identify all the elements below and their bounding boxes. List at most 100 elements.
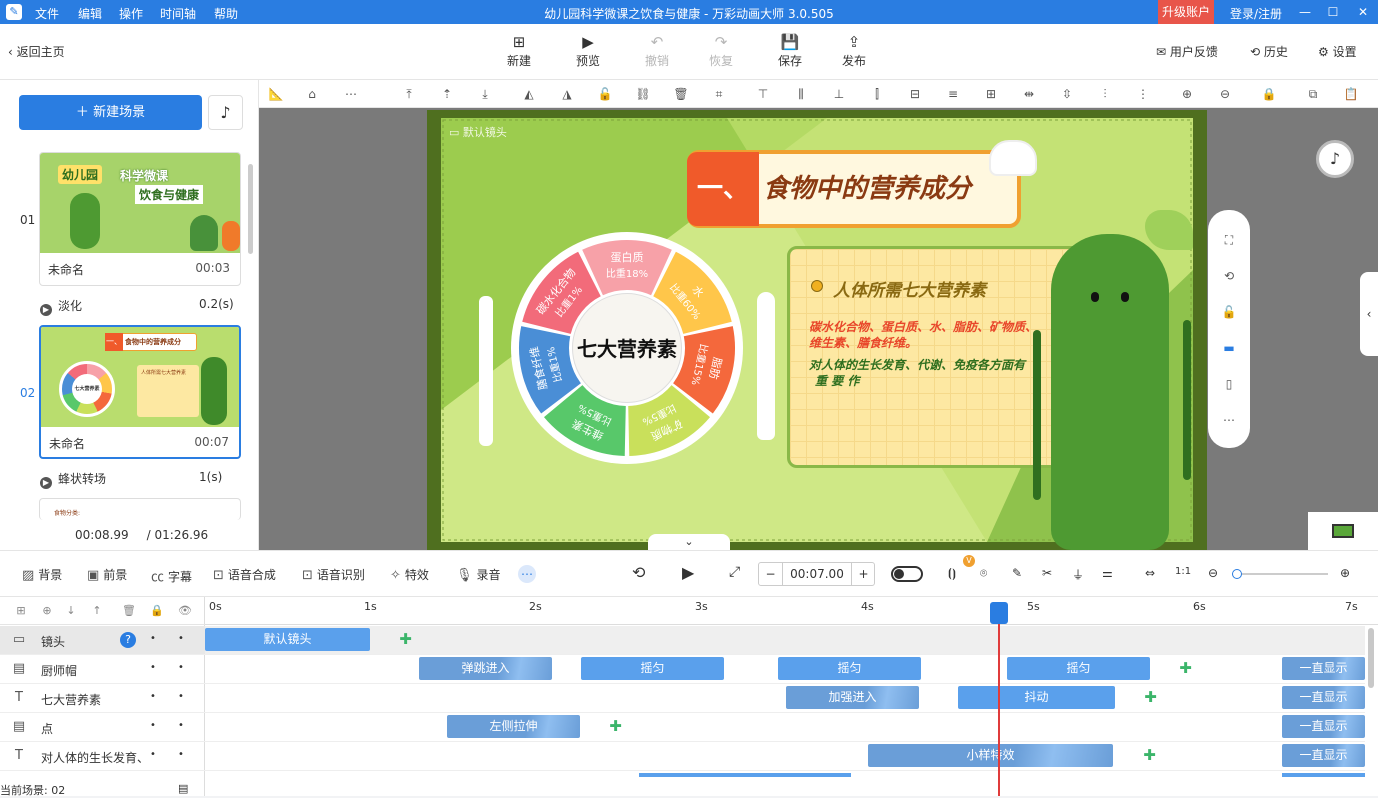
publish-button[interactable]: ⇪ 发布 <box>829 32 879 69</box>
space-horizontal-icon[interactable]: ⇹ <box>1020 85 1038 103</box>
visibility-dot[interactable]: • <box>150 749 156 760</box>
track-body-growth[interactable]: T 对人体的生长发育、 • • <box>0 742 205 771</box>
fit-icon[interactable]: ⦗⦘ <box>948 566 956 581</box>
login-link[interactable]: 登录/注册 <box>1230 5 1282 22</box>
timeline-clip[interactable]: 摇匀 <box>778 657 921 680</box>
fit-screen-icon[interactable]: ⛶ <box>1221 232 1237 248</box>
visibility-dot[interactable]: • <box>150 633 156 644</box>
timeline-clip[interactable]: 摇匀 <box>1007 657 1150 680</box>
lock-dot[interactable]: • <box>178 720 184 731</box>
align-bottom-icon[interactable]: ⊥ <box>830 85 848 103</box>
toggle-switch[interactable] <box>891 566 923 582</box>
camera-icon[interactable]: ⌾ <box>980 566 987 581</box>
music-icon[interactable]: ♪ <box>1316 140 1354 178</box>
plus-icon[interactable]: + <box>851 563 875 585</box>
lock-dot[interactable]: • <box>178 633 184 644</box>
timecode-value[interactable]: 00:07.00 <box>783 563 851 585</box>
edit-icon[interactable]: ✎ <box>1012 566 1022 580</box>
timeline-clip[interactable]: 左侧拉伸 <box>447 715 580 738</box>
new-scene-button[interactable]: ＋ 新建场景 <box>19 95 202 130</box>
scene-card-01[interactable]: 幼儿园 科学微课 饮食与健康 未命名 00:03 <box>39 152 241 286</box>
time-ruler[interactable]: 0s 1s 2s 3s 4s 5s 6s 7s <box>205 597 1378 625</box>
unlock-icon[interactable]: 🔒 <box>1260 85 1278 103</box>
minimize-icon[interactable]: — <box>1296 3 1314 21</box>
distribute-icon[interactable]: ⫿ <box>868 85 886 103</box>
card-title[interactable]: 人体所需七大营养素 <box>833 276 986 301</box>
replay-icon[interactable]: ⟲ <box>632 563 645 582</box>
more-icon[interactable]: ⋯ <box>518 565 536 583</box>
lock-dot[interactable]: • <box>178 749 184 760</box>
preview-button[interactable]: ▶ 预览 <box>563 32 613 69</box>
scene-scrollbar[interactable] <box>248 164 253 254</box>
redo-button[interactable]: ↷ 恢复 <box>696 32 746 69</box>
cucumber-character[interactable] <box>1051 234 1169 550</box>
space-vertical-icon[interactable]: ⇳ <box>1058 85 1076 103</box>
home-icon[interactable]: ⌂ <box>303 85 321 103</box>
track-dot[interactable]: ▤ 点 • • <box>0 713 205 742</box>
timeline-clip[interactable]: 一直显示 <box>1282 657 1365 680</box>
chevron-down-icon[interactable]: ⌄ <box>648 534 730 550</box>
distribute-h-icon[interactable]: ⋮ <box>1134 85 1152 103</box>
bullet-point[interactable] <box>811 280 823 292</box>
foreground-button[interactable]: ▣ 前景 <box>87 566 127 583</box>
upgrade-button[interactable]: 升级账户 <box>1158 0 1214 24</box>
visibility-dot[interactable]: • <box>150 691 156 702</box>
timeline-clip[interactable]: 一直显示 <box>1282 744 1365 767</box>
zoom-in-icon[interactable]: ⊕ <box>1178 85 1196 103</box>
add-keyframe-icon[interactable]: ✚ <box>608 719 623 734</box>
align-left-icon[interactable]: ⊟ <box>906 85 924 103</box>
more-icon[interactable]: ⋯ <box>1221 412 1237 428</box>
minimap[interactable] <box>1308 512 1378 550</box>
fork-image[interactable] <box>479 296 493 446</box>
rotate-icon[interactable]: ⟲ <box>1221 268 1237 284</box>
card-line-3[interactable]: 对人体的生长发育、代谢、免疫各方面有 <box>809 356 1025 373</box>
timeline-clip-partial[interactable] <box>639 773 851 777</box>
close-icon[interactable]: ✕ <box>1354 3 1372 21</box>
visibility-dot[interactable]: • <box>150 720 156 731</box>
bring-front-icon[interactable]: ⤒ <box>400 85 418 103</box>
scene-transition[interactable]: ▶ 蜂状转场 <box>40 470 106 489</box>
chef-hat-image[interactable] <box>989 140 1037 176</box>
subtitle-button[interactable]: ㏄字幕 <box>151 566 192 585</box>
save-button[interactable]: 💾 保存 <box>765 32 815 69</box>
lock-icon[interactable]: 🔒 <box>150 604 164 617</box>
heading-prefix[interactable]: 一、 <box>687 152 759 226</box>
ratio-icon[interactable]: 1:1 <box>1175 566 1191 577</box>
settings-sliders-icon[interactable]: ⚌ <box>1102 566 1113 580</box>
tts-button[interactable]: ⊡ 语音合成 <box>213 566 276 583</box>
knife-image[interactable] <box>757 292 775 440</box>
lock-icon[interactable]: 🔓 <box>596 85 614 103</box>
flip-vertical-icon[interactable]: ◮ <box>558 85 576 103</box>
more-icon[interactable]: ⋯ <box>342 85 360 103</box>
copy-icon[interactable]: ⧉ <box>1304 85 1322 103</box>
eye-icon[interactable]: 👁 <box>178 604 192 617</box>
expand-icon[interactable]: ⇔ <box>1145 566 1155 580</box>
zoom-out-icon[interactable]: ⊖ <box>1208 566 1218 580</box>
delete-icon[interactable]: 🗑 <box>672 85 690 103</box>
align-middle-icon[interactable]: ⫼ <box>792 85 810 103</box>
help-icon[interactable]: ? <box>120 632 136 648</box>
effects-button[interactable]: ✧ 特效 <box>390 566 429 583</box>
paste-icon[interactable]: 📋 <box>1342 85 1360 103</box>
distribute-v-icon[interactable]: ⫶ <box>1096 85 1114 103</box>
timeline-clip[interactable]: 小样特效 <box>868 744 1113 767</box>
move-down-icon[interactable]: ↓ <box>64 604 78 617</box>
heading-title[interactable]: 食物中的营养成分 <box>763 168 971 205</box>
filter-icon[interactable]: ⏚ <box>1072 566 1084 583</box>
new-button[interactable]: ⊞ 新建 <box>494 32 544 69</box>
timecode-input[interactable]: − 00:07.00 + <box>758 562 875 586</box>
lock-dot[interactable]: • <box>178 691 184 702</box>
send-back-icon[interactable]: ⤓ <box>476 85 494 103</box>
maximize-icon[interactable]: ☐ <box>1324 3 1342 21</box>
zoom-slider-knob[interactable] <box>1232 569 1242 579</box>
fullscreen-icon[interactable]: ⤢ <box>729 564 740 580</box>
delete-icon[interactable]: 🗑 <box>122 604 136 617</box>
document-icon[interactable]: ▤ <box>178 782 188 795</box>
crop-icon[interactable]: ⌗ <box>710 85 728 103</box>
background-button[interactable]: ▨ 背景 <box>22 566 62 583</box>
timeline-clip[interactable]: 加强进入 <box>786 686 919 709</box>
track-chef-hat[interactable]: ▤ 厨师帽 • • <box>0 655 205 684</box>
record-button[interactable]: 🎙 录音 <box>456 566 501 583</box>
minus-icon[interactable]: − <box>759 563 783 585</box>
lock-icon[interactable]: 🔓 <box>1221 304 1237 320</box>
